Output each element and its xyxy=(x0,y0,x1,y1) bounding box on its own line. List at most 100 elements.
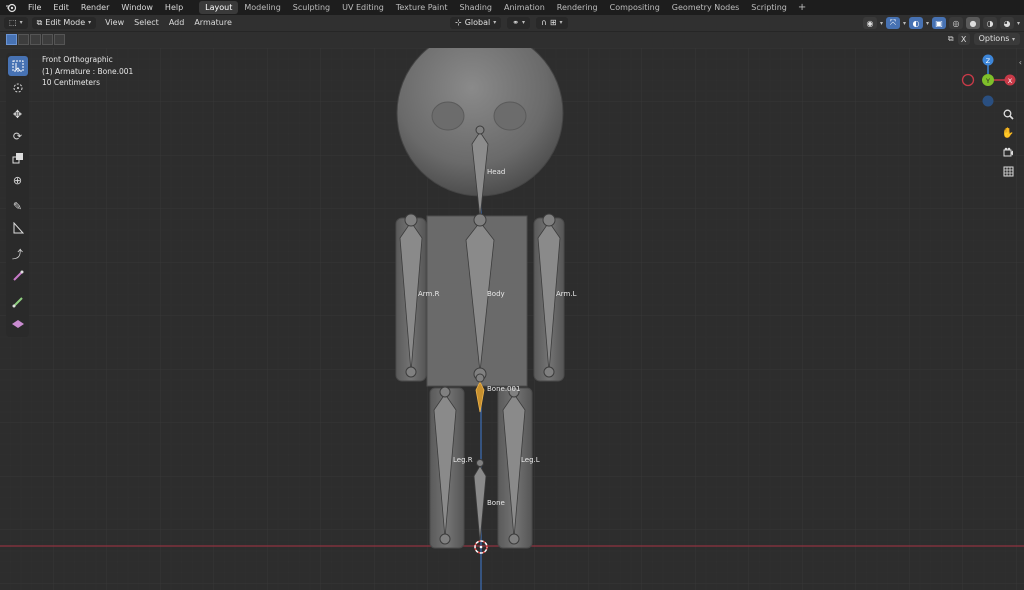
bone-label-bone: Bone xyxy=(487,499,505,507)
tool-shelf: ✥ ⟳ ⊕ ✎ ⤴ xyxy=(6,53,29,337)
menu-window[interactable]: Window xyxy=(115,0,159,15)
viewport-info: Front Orthographic (1) Armature : Bone.0… xyxy=(42,54,133,89)
extrude-icon[interactable]: ⤴ xyxy=(8,244,28,264)
shading-material-icon[interactable]: ◑ xyxy=(982,17,997,29)
shading-wireframe-icon[interactable]: ◎ xyxy=(948,17,963,29)
bone-label-arm-r: Arm.R xyxy=(418,290,440,298)
measure-icon[interactable] xyxy=(8,218,28,238)
tab-compositing[interactable]: Compositing xyxy=(604,1,666,14)
select-extend-icon[interactable] xyxy=(18,34,29,45)
select-mode-group xyxy=(6,34,65,45)
tab-modeling[interactable]: Modeling xyxy=(238,1,286,14)
annotate-icon[interactable]: ✎ xyxy=(8,196,28,216)
tool-settings-bar: ⧉ X Options ▾ xyxy=(0,32,1024,48)
add-workspace-button[interactable]: + xyxy=(793,2,811,13)
tab-rendering[interactable]: Rendering xyxy=(551,1,604,14)
chevron-down-icon: ▾ xyxy=(559,19,563,26)
tab-animation[interactable]: Animation xyxy=(498,1,551,14)
select-subtract-icon[interactable] xyxy=(30,34,41,45)
orientation-label: Global xyxy=(464,18,491,27)
bone-label-body: Body xyxy=(487,290,505,298)
editor-type-icon: ⬚ xyxy=(9,18,17,27)
overlay-toggle-icon[interactable]: ◐ xyxy=(908,17,923,29)
3d-viewport[interactable]: Z Y X xyxy=(0,48,1024,590)
bone-label-head: Head xyxy=(487,168,506,176)
bone-label-leg-r: Leg.R xyxy=(453,456,473,464)
shading-solid-icon[interactable]: ● xyxy=(965,17,980,29)
pan-hand-icon[interactable]: ✋ xyxy=(1000,125,1016,141)
zoom-icon[interactable] xyxy=(1000,106,1016,122)
orientation-icon: ⊹ xyxy=(455,18,462,27)
menu-render[interactable]: Render xyxy=(75,0,115,15)
viewport-header: ⬚ ▾ ⧉ Edit Mode ▾ View Select Add Armatur… xyxy=(0,15,1024,32)
blender-logo-icon[interactable] xyxy=(0,0,22,15)
mode-dropdown[interactable]: ⧉ Edit Mode ▾ xyxy=(31,17,97,29)
select-difference-icon[interactable] xyxy=(42,34,53,45)
visibility-icon[interactable]: ◉ xyxy=(862,17,877,29)
tab-uv-editing[interactable]: UV Editing xyxy=(336,1,390,14)
cursor-icon[interactable] xyxy=(8,78,28,98)
tab-scripting[interactable]: Scripting xyxy=(745,1,793,14)
menu-armature[interactable]: Armature xyxy=(189,17,237,29)
envelope-icon[interactable] xyxy=(8,314,28,334)
viewport-canvas: Z Y X xyxy=(0,48,1024,590)
menu-help[interactable]: Help xyxy=(159,0,189,15)
bone-label-arm-l: Arm.L xyxy=(556,290,577,298)
menu-view[interactable]: View xyxy=(100,17,129,29)
gizmo-x-label: X xyxy=(1008,77,1013,85)
mode-label: Edit Mode xyxy=(45,18,86,27)
gizmo-z-label: Z xyxy=(986,57,991,65)
bone-label-leg-l: Leg.L xyxy=(521,456,540,464)
sidebar-collapse-icon[interactable]: ‹ xyxy=(1019,58,1022,67)
rotate-icon[interactable]: ⟳ xyxy=(8,126,28,146)
editor-type-dropdown[interactable]: ⬚ ▾ xyxy=(4,17,28,29)
chevron-down-icon: ▾ xyxy=(925,19,929,27)
transform-orientation-dropdown[interactable]: ⊹ Global ▾ xyxy=(450,17,502,29)
tab-shading[interactable]: Shading xyxy=(453,1,498,14)
xray-toggle-icon[interactable]: ▣ xyxy=(931,17,946,29)
chevron-down-icon: ▾ xyxy=(493,19,497,26)
chevron-down-icon: ▾ xyxy=(1011,36,1015,43)
options-label: Options xyxy=(978,34,1010,43)
scale-info: 10 Centimeters xyxy=(42,78,101,87)
edit-mode-icon: ⧉ xyxy=(36,18,43,27)
bone-size-icon[interactable] xyxy=(8,266,28,286)
snap-magnet-icon: ∩ xyxy=(540,18,547,27)
tab-texture-paint[interactable]: Texture Paint xyxy=(390,1,454,14)
tab-sculpting[interactable]: Sculpting xyxy=(287,1,336,14)
move-icon[interactable]: ✥ xyxy=(8,104,28,124)
tab-geometry-nodes[interactable]: Geometry Nodes xyxy=(666,1,745,14)
mirror-icon[interactable]: ⧉ xyxy=(948,34,954,44)
workspace-tabs: Layout Modeling Sculpting UV Editing Tex… xyxy=(199,0,811,15)
grid-icon[interactable] xyxy=(1000,163,1016,179)
pivot-point-dropdown[interactable]: ⚭ ▾ xyxy=(507,17,530,29)
chevron-down-icon: ▾ xyxy=(521,19,525,26)
viewport-display-tools: ◉ ▾ ⤧ ▾ ◐ ▾ ▣ ◎ ● ◑ ◕ ▾ xyxy=(862,17,1020,29)
menu-edit[interactable]: Edit xyxy=(47,0,75,15)
transform-icon[interactable]: ⊕ xyxy=(8,170,28,190)
x-mirror-toggle[interactable]: X xyxy=(957,33,970,45)
snap-target-icon: ⊞ xyxy=(549,18,557,27)
tab-layout[interactable]: Layout xyxy=(199,1,239,14)
select-set-icon[interactable] xyxy=(6,34,17,45)
options-dropdown[interactable]: Options ▾ xyxy=(973,33,1020,45)
select-intersect-icon[interactable] xyxy=(54,34,65,45)
shading-rendered-icon[interactable]: ◕ xyxy=(999,17,1014,29)
gizmo-toggle-icon[interactable]: ⤧ xyxy=(885,17,900,29)
view-name: Front Orthographic xyxy=(42,55,113,64)
camera-icon[interactable] xyxy=(1000,144,1016,160)
transform-tools: ⊹ Global ▾ ⚭ ▾ ∩ ⊞ ▾ xyxy=(450,17,568,29)
menu-file[interactable]: File xyxy=(22,0,47,15)
chevron-down-icon: ▾ xyxy=(879,19,883,27)
menu-add[interactable]: Add xyxy=(164,17,190,29)
select-box-icon[interactable] xyxy=(7,56,28,76)
roll-icon[interactable] xyxy=(8,292,28,312)
bone-label-bone001: Bone.001 xyxy=(487,385,521,393)
top-menu-bar: File Edit Render Window Help Layout Mode… xyxy=(0,0,1024,15)
menu-select[interactable]: Select xyxy=(129,17,164,29)
gizmo-neg-z-axis[interactable] xyxy=(982,95,994,107)
gizmo-y-label: Y xyxy=(985,77,990,85)
scale-icon[interactable] xyxy=(8,148,28,168)
chevron-down-icon: ▾ xyxy=(88,19,92,26)
snap-dropdown[interactable]: ∩ ⊞ ▾ xyxy=(535,17,568,29)
